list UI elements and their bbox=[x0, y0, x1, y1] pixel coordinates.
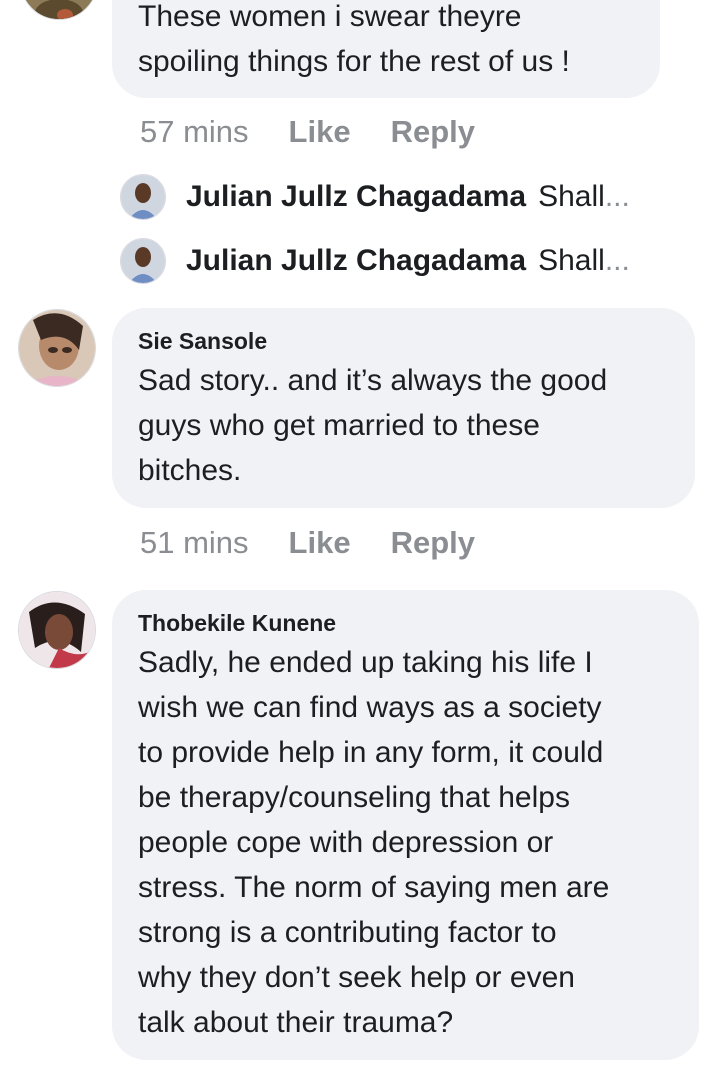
comment-text-line: Sadly, he ended up taking his life I bbox=[138, 646, 593, 679]
reply-author[interactable]: Julian Jullz Chagadama bbox=[186, 244, 526, 278]
like-button[interactable]: Like bbox=[289, 114, 351, 150]
comment-timestamp: 51 mins bbox=[140, 525, 249, 560]
reply-preview[interactable]: Julian Jullz Chagadama Shall ... bbox=[120, 236, 630, 286]
comment-text-line: stress. The norm of saying men are bbox=[138, 871, 610, 904]
comment-text-line: talk about their trauma? bbox=[138, 1006, 454, 1039]
reply-ellipsis: ... bbox=[604, 244, 630, 277]
reply-button[interactable]: Reply bbox=[391, 525, 475, 561]
avatar[interactable] bbox=[18, 309, 96, 387]
comment-timestamp: 57 mins bbox=[140, 114, 249, 149]
comment-actions: 51 mins Like Reply bbox=[140, 525, 475, 561]
reply-ellipsis: ... bbox=[604, 180, 630, 213]
reply-author[interactable]: Julian Jullz Chagadama bbox=[186, 180, 526, 214]
avatar-photo-icon bbox=[19, 310, 95, 386]
comment-text: These women i swear theyre spoiling thin… bbox=[138, 0, 570, 84]
comment-actions: 57 mins Like Reply bbox=[140, 114, 475, 150]
comment-text-line: Sad story.. and it’s always the good bbox=[138, 364, 608, 397]
comment-text-line: guys who get married to these bbox=[138, 409, 540, 442]
like-button[interactable]: Like bbox=[289, 525, 351, 561]
reply-button[interactable]: Reply bbox=[391, 114, 475, 150]
comment-author[interactable]: Sie Sansole bbox=[138, 326, 267, 356]
comment-text: Sadly, he ended up taking his life I wis… bbox=[138, 640, 609, 1045]
comment-author[interactable]: Thobekile Kunene bbox=[138, 608, 336, 638]
avatar-photo-icon bbox=[21, 0, 97, 19]
reply-text: Shall bbox=[538, 244, 605, 277]
comment-text-line: people cope with depression or bbox=[138, 826, 554, 859]
comment-text-line: why they don’t seek help or even bbox=[138, 961, 575, 994]
avatar bbox=[120, 174, 166, 220]
comment-bubble: These women i swear theyre spoiling thin… bbox=[112, 0, 660, 98]
comment-text: Sad story.. and it’s always the good guy… bbox=[138, 358, 607, 493]
comment-bubble: Thobekile Kunene Sadly, he ended up taki… bbox=[112, 590, 699, 1060]
avatar-photo-icon bbox=[19, 592, 95, 668]
comment-text-line: to provide help in any form, it could bbox=[138, 736, 604, 769]
avatar-photo-icon bbox=[121, 175, 165, 219]
reply-text: Shall bbox=[538, 180, 605, 213]
avatar-photo-icon bbox=[121, 239, 165, 283]
comment-text-line: spoiling things for the rest of us ! bbox=[138, 45, 570, 78]
comment-text-line: strong is a contributing factor to bbox=[138, 916, 557, 949]
avatar[interactable] bbox=[18, 591, 96, 669]
comment-bubble: Sie Sansole Sad story.. and it’s always … bbox=[112, 308, 695, 508]
reply-preview[interactable]: Julian Jullz Chagadama Shall ... bbox=[120, 172, 630, 222]
comment-text-line: be therapy/counseling that helps bbox=[138, 781, 570, 814]
comment-text-line: bitches. bbox=[138, 454, 242, 487]
comment-text-line: wish we can find ways as a society bbox=[138, 691, 602, 724]
comment-text-line: These women i swear theyre bbox=[138, 0, 522, 33]
avatar bbox=[120, 238, 166, 284]
avatar[interactable] bbox=[20, 0, 98, 20]
